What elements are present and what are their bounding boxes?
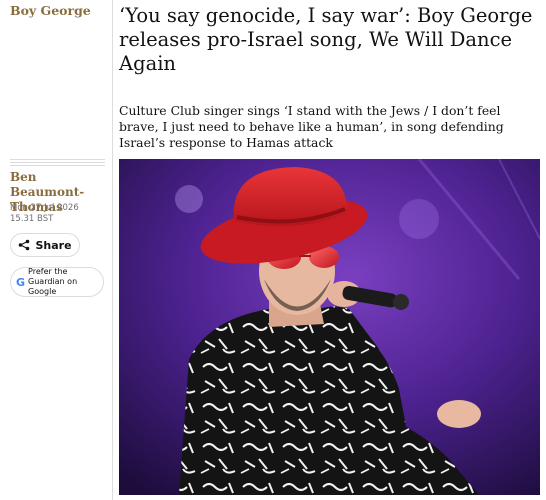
article-standfirst: Culture Club singer sings ‘I stand with … [119,103,504,150]
google-g-icon: G [16,275,26,289]
article-main-image[interactable] [119,159,540,495]
prefer-guardian-label: Prefer the Guardian on Google [28,267,78,296]
publish-date: Mon 27 Jul 2026 15.31 BST [10,203,79,224]
meta-divider [10,159,105,168]
share-button[interactable]: Share [10,233,80,257]
article-headline: ‘You say genocide, I say war’: Boy Georg… [119,4,533,75]
column-divider [112,0,113,500]
section-kicker[interactable]: Boy George [10,3,91,18]
article-meta-column: Boy George Ben Beaumont-Thomas Mon 27 Ju… [0,0,112,500]
boy-george-photo [119,159,540,495]
share-icon [19,239,30,251]
share-label: Share [35,238,72,252]
prefer-guardian-google-button[interactable]: G Prefer the Guardian on Google [10,267,104,297]
